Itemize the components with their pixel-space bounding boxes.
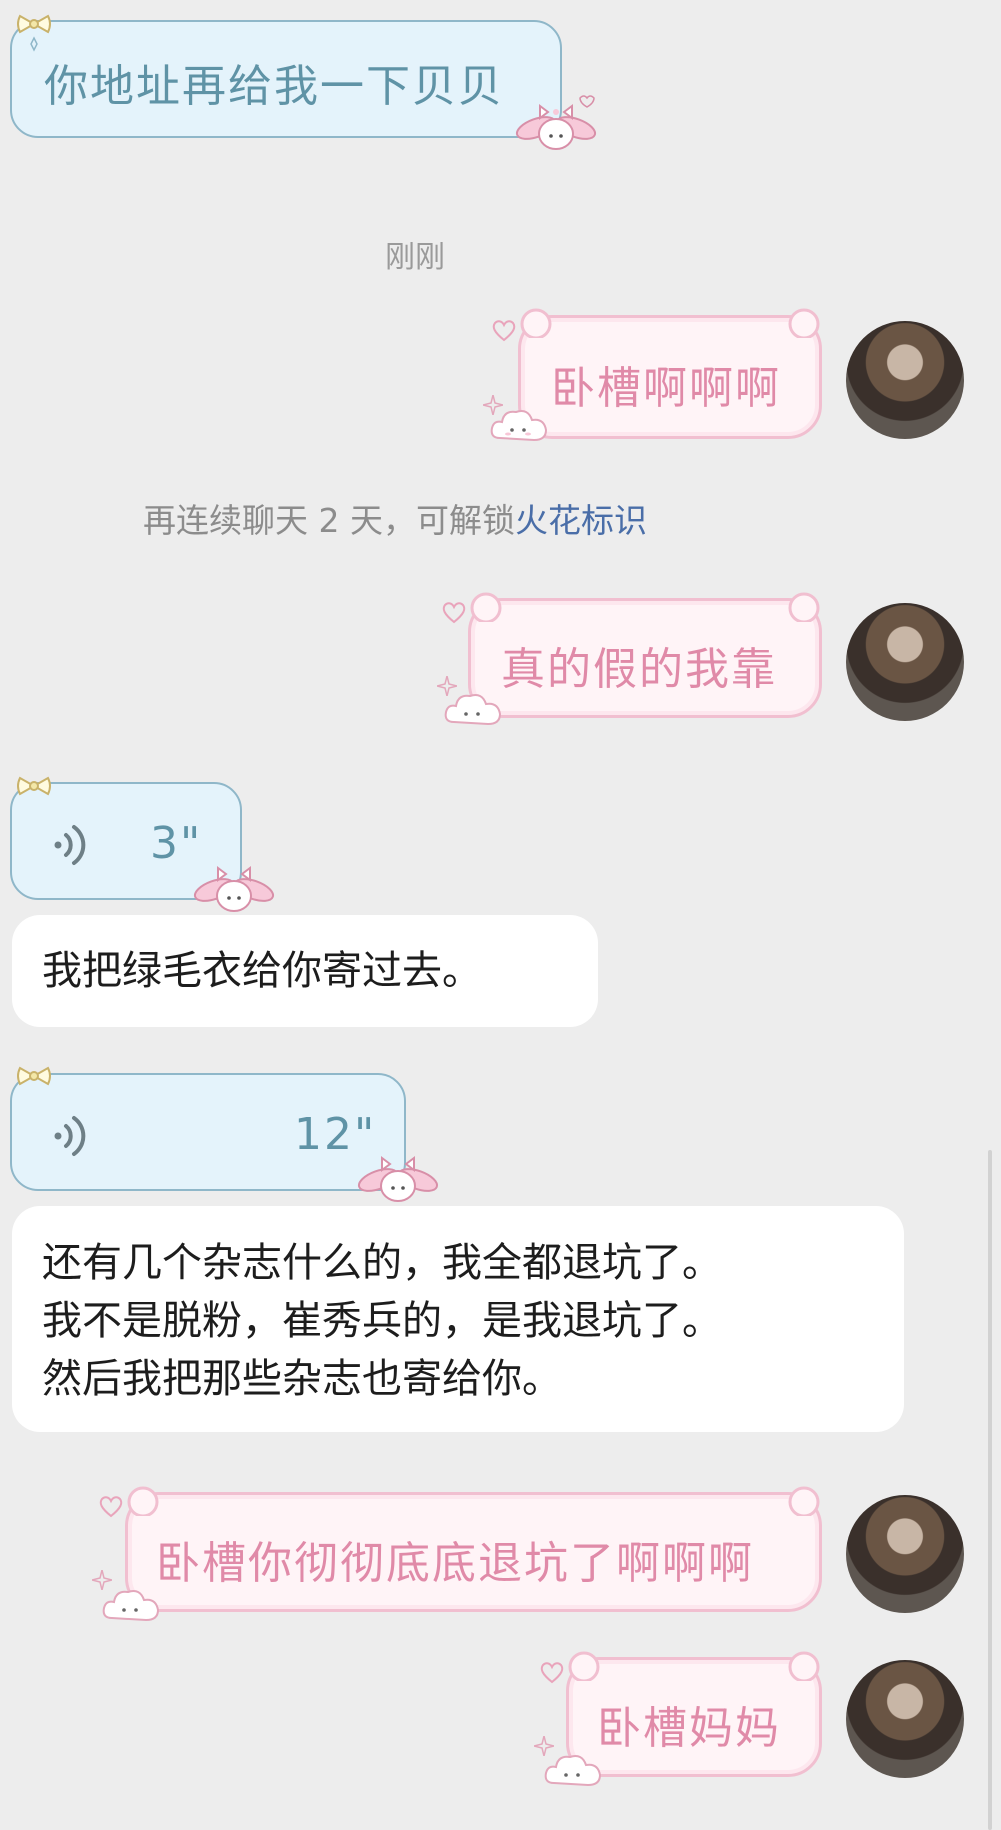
message-text: 卧槽啊啊啊: [551, 363, 781, 414]
bunny-sticker-icon: [193, 866, 275, 912]
voice-message-bubble[interactable]: 12": [10, 1073, 406, 1191]
heart-sticker-icon: [442, 602, 466, 624]
spark-badge-link[interactable]: 火花标识: [515, 501, 647, 540]
voice-wave-icon: [54, 825, 86, 865]
message-text: 真的假的我靠: [501, 644, 777, 695]
sparkle-icon: [534, 1736, 554, 1756]
scrollbar[interactable]: [988, 1150, 992, 1830]
voice-transcript-bubble[interactable]: 还有几个杂志什么的，我全都退坑了。 我不是脱粉，崔秀兵的，是我退坑了。 然后我把…: [12, 1206, 904, 1432]
bunny-sticker-icon: [515, 95, 597, 150]
avatar[interactable]: [846, 321, 964, 439]
avatar[interactable]: [846, 1660, 964, 1778]
avatar[interactable]: [846, 603, 964, 721]
bunny-sticker-icon: [357, 1156, 439, 1202]
message-text: 卧槽妈妈: [597, 1703, 781, 1754]
bear-ears-decoration: [568, 1651, 820, 1681]
bear-ears-decoration: [520, 308, 820, 338]
message-text: 卧槽你彻彻底底退坑了啊啊啊: [156, 1538, 754, 1589]
heart-sticker-icon: [540, 1662, 564, 1684]
system-notice: 再连续聊天 2 天，可解锁火花标识: [143, 494, 647, 542]
sparkle-icon: [92, 1570, 112, 1590]
incoming-message-bubble[interactable]: 你地址再给我一下贝贝: [10, 20, 562, 138]
bear-ears-decoration: [470, 592, 820, 622]
system-notice-text: 再连续聊天 2 天，可解锁: [143, 501, 515, 540]
timestamp: 刚刚: [385, 240, 445, 275]
heart-sticker-icon: [492, 320, 516, 342]
voice-wave-icon: [54, 1116, 86, 1156]
avatar[interactable]: [846, 1495, 964, 1613]
voice-transcript-bubble[interactable]: 我把绿毛衣给你寄过去。: [12, 915, 598, 1027]
heart-sticker-icon: [99, 1496, 123, 1518]
transcript-line: 我不是脱粉，崔秀兵的，是我退坑了。: [42, 1298, 722, 1344]
bow-sticker-icon: [17, 1066, 51, 1086]
message-text: 你地址再给我一下贝贝: [44, 61, 504, 112]
bear-ears-decoration: [127, 1486, 820, 1516]
transcript-line: 还有几个杂志什么的，我全都退坑了。: [42, 1240, 722, 1286]
transcript-text: 我把绿毛衣给你寄过去。: [42, 948, 482, 994]
sparkle-icon: [437, 676, 457, 696]
sparkle-icon: [483, 395, 503, 415]
transcript-line: 然后我把那些杂志也寄给你。: [42, 1356, 562, 1402]
bow-sticker-icon: [17, 776, 51, 796]
bow-sticker-icon: [17, 14, 51, 52]
